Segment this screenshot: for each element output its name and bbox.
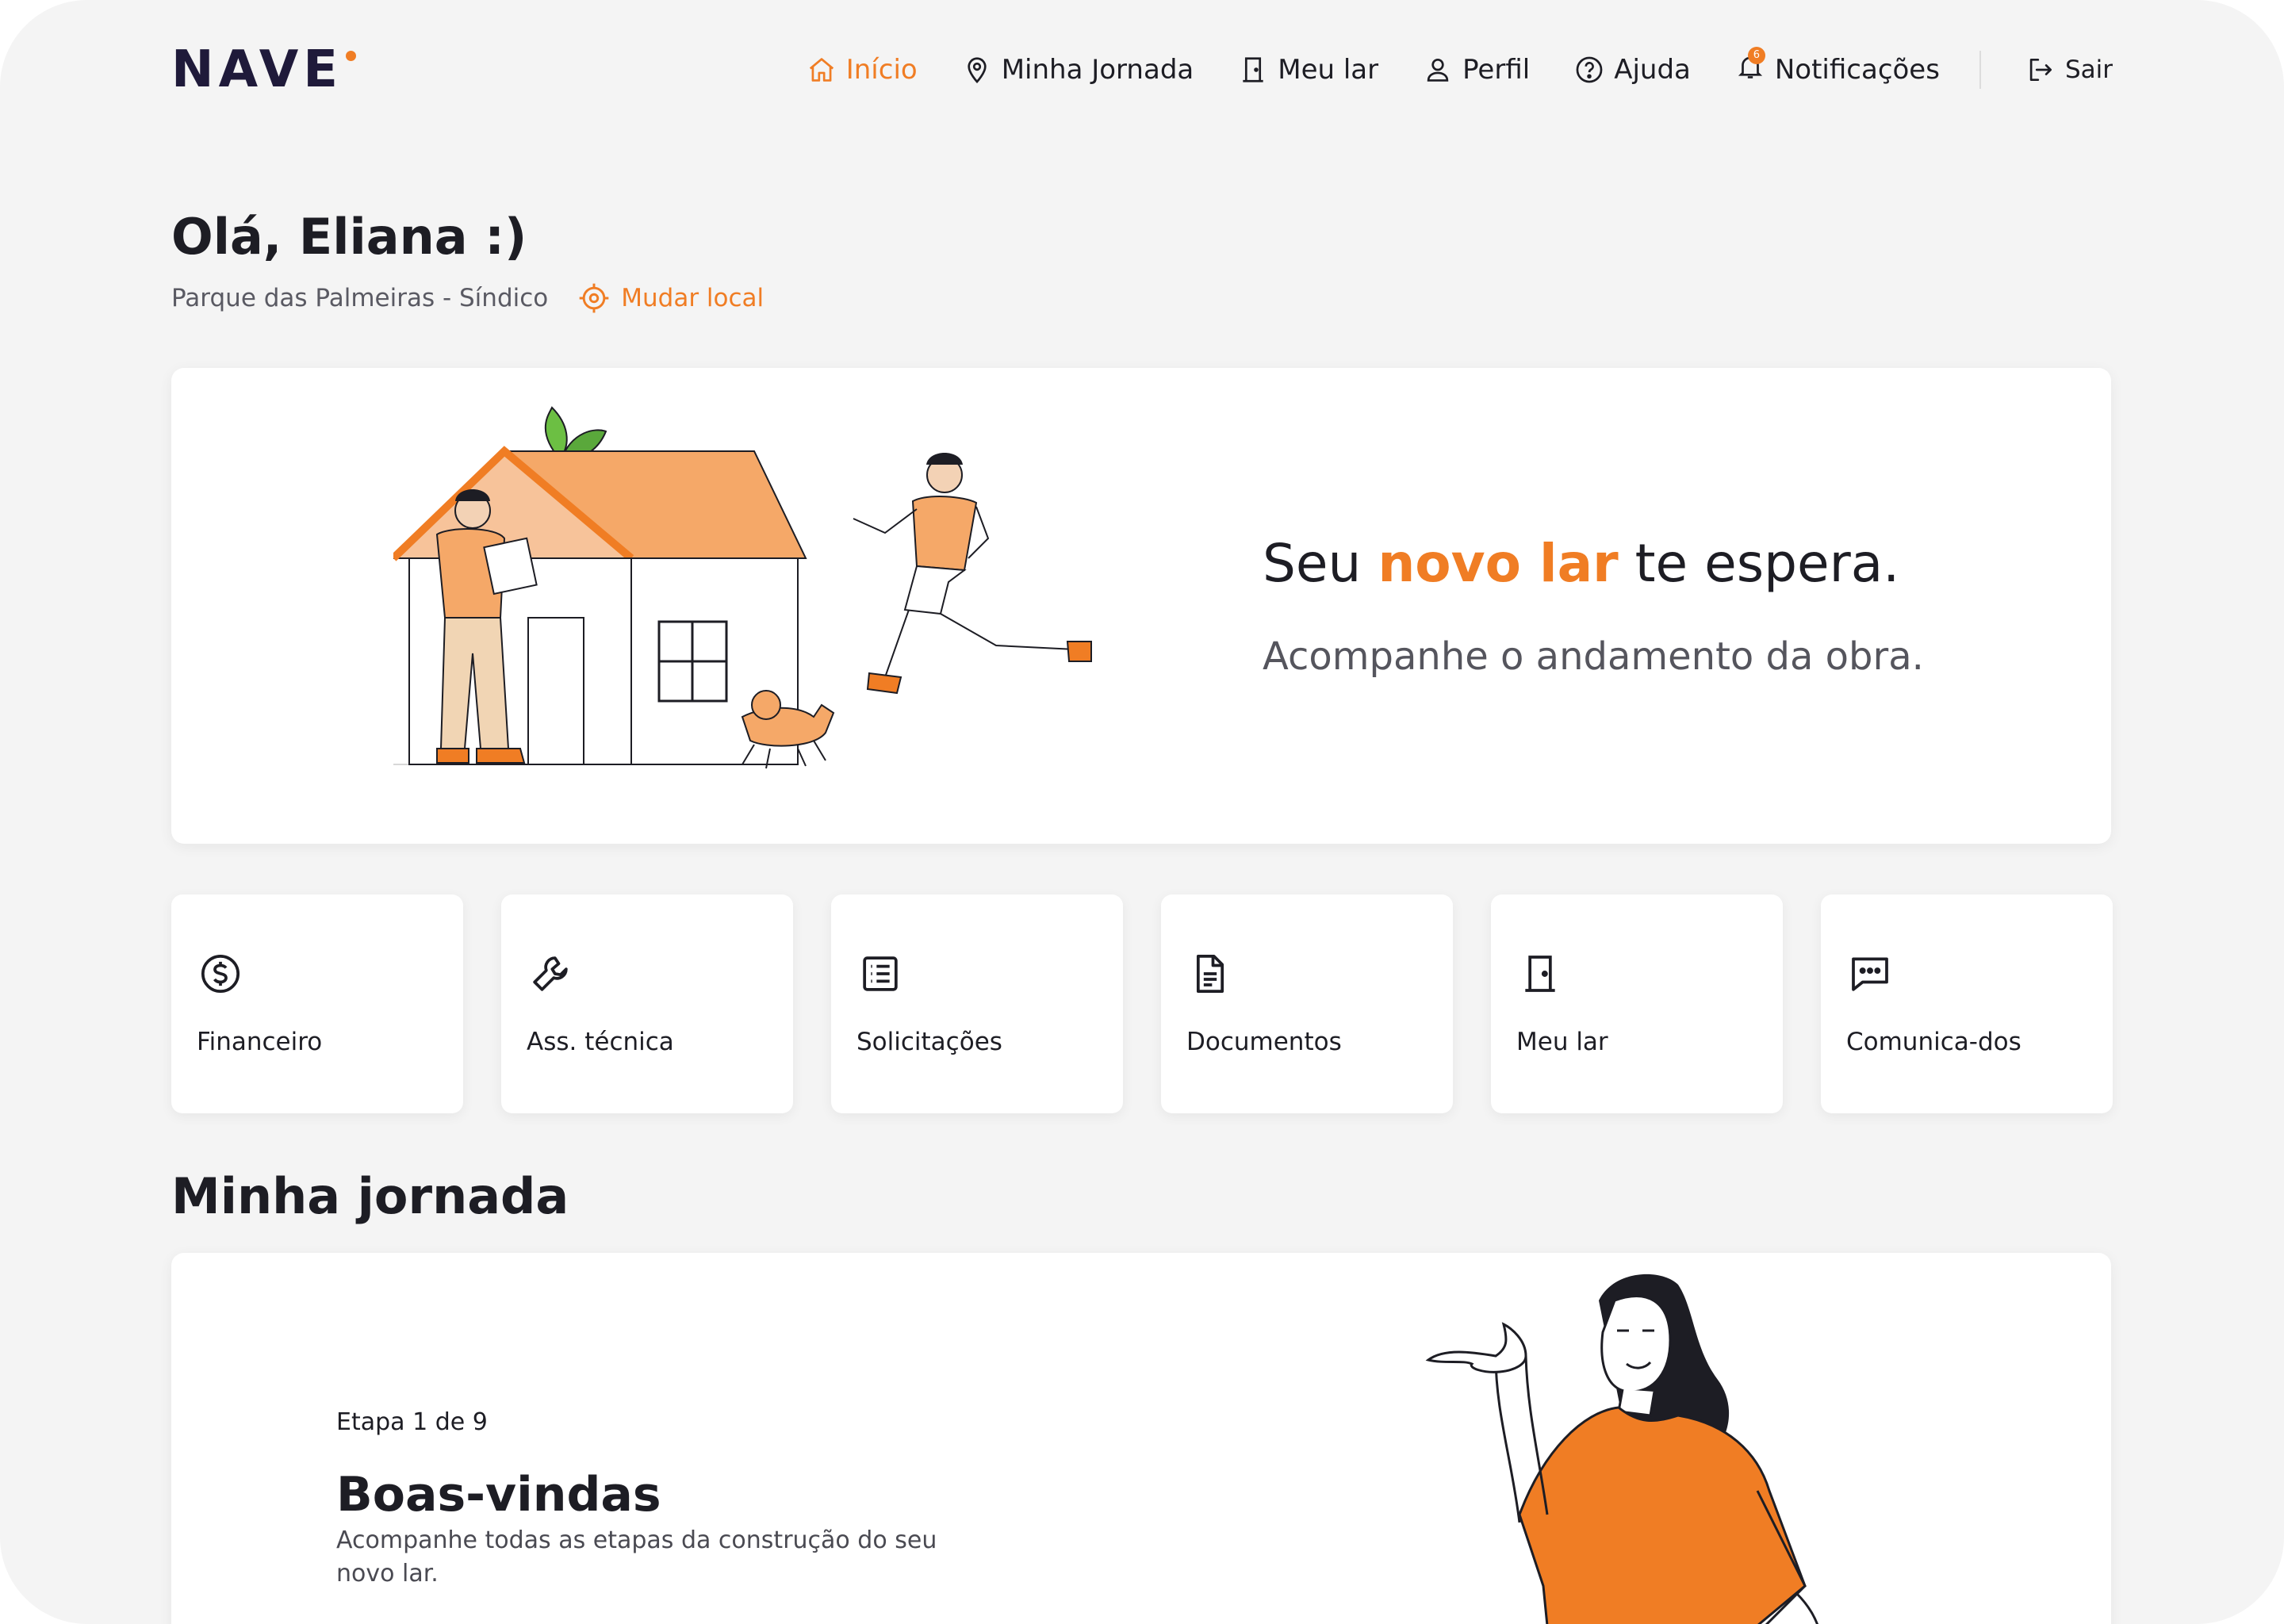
nav-item-ajuda[interactable]: Ajuda — [1574, 54, 1691, 86]
tile-financeiro[interactable]: Financeiro — [171, 894, 463, 1113]
nav-item-perfil[interactable]: Perfil — [1423, 54, 1530, 86]
home-icon — [809, 58, 834, 82]
door-icon — [1525, 956, 1555, 992]
help-icon — [1576, 56, 1603, 83]
hero-subtitle: Acompanhe o andamento da obra. — [1263, 634, 1924, 679]
bell-wrapper: 6 — [1735, 46, 1775, 89]
top-nav: Início Minha Jornada Meu lar Perfil Ajud… — [807, 46, 2113, 90]
location-row: Parque das Palmeiras - Síndico Mudar loc… — [171, 281, 764, 316]
journey-step: Etapa 1 de 9 — [336, 1408, 488, 1436]
hero-title: Seu novo lar te espera. — [1263, 533, 1900, 594]
journey-title: Boas-vindas — [336, 1467, 661, 1522]
nav-divider — [1979, 51, 1981, 89]
dollar-icon — [201, 954, 240, 994]
wrench-icon — [533, 956, 568, 991]
notification-badge: 6 — [1747, 46, 1765, 64]
journey-section-title: Minha jornada — [171, 1167, 569, 1225]
woman-illustration — [1425, 1274, 1818, 1624]
list-icon — [863, 956, 898, 991]
logout-icon — [2029, 58, 2052, 82]
user-icon — [1427, 58, 1449, 82]
tile-assistencia-tecnica[interactable]: Ass. técnica — [501, 894, 793, 1113]
target-icon — [579, 283, 609, 313]
house-family-illustration — [393, 406, 1092, 769]
logo[interactable]: NAVE — [171, 44, 356, 95]
chat-icon — [1852, 957, 1888, 991]
nav-item-meu-lar[interactable]: Meu lar — [1238, 54, 1378, 86]
nav-item-inicio[interactable]: Início — [807, 54, 918, 86]
journey-description: Acompanhe todas as etapas da construção … — [336, 1526, 937, 1588]
hero-card[interactable]: Seu novo lar te espera. Acompanhe o anda… — [171, 368, 2111, 844]
door-icon — [1243, 57, 1263, 82]
quick-access-tiles: Financeiro Ass. técnica Solicitações Doc… — [171, 894, 2113, 1113]
hero-title-accent: novo lar — [1378, 533, 1619, 594]
tile-documentos[interactable]: Documentos — [1161, 894, 1453, 1113]
nav-item-minha-jornada[interactable]: Minha Jornada — [962, 54, 1194, 86]
logout-button[interactable]: Sair — [2025, 55, 2113, 85]
change-location-button[interactable]: Mudar local — [577, 281, 764, 316]
nav-item-notificacoes[interactable]: 6 Notificações — [1735, 46, 1940, 89]
tile-solicitacoes[interactable]: Solicitações — [831, 894, 1123, 1113]
document-icon — [1196, 954, 1224, 994]
tile-comunicados[interactable]: Comunica-dos — [1821, 894, 2113, 1113]
journey-card[interactable]: Etapa 1 de 9 Boas-vindas Acompanhe todas… — [171, 1253, 2111, 1624]
location-text: Parque das Palmeiras - Síndico — [171, 284, 549, 312]
app-frame: NAVE Início Minha Jornada Meu lar Perfil… — [0, 0, 2284, 1624]
greeting-title: Olá, Eliana :) — [171, 208, 527, 266]
logo-dot — [346, 51, 356, 61]
map-pin-icon — [968, 57, 987, 84]
tile-meu-lar[interactable]: Meu lar — [1491, 894, 1783, 1113]
